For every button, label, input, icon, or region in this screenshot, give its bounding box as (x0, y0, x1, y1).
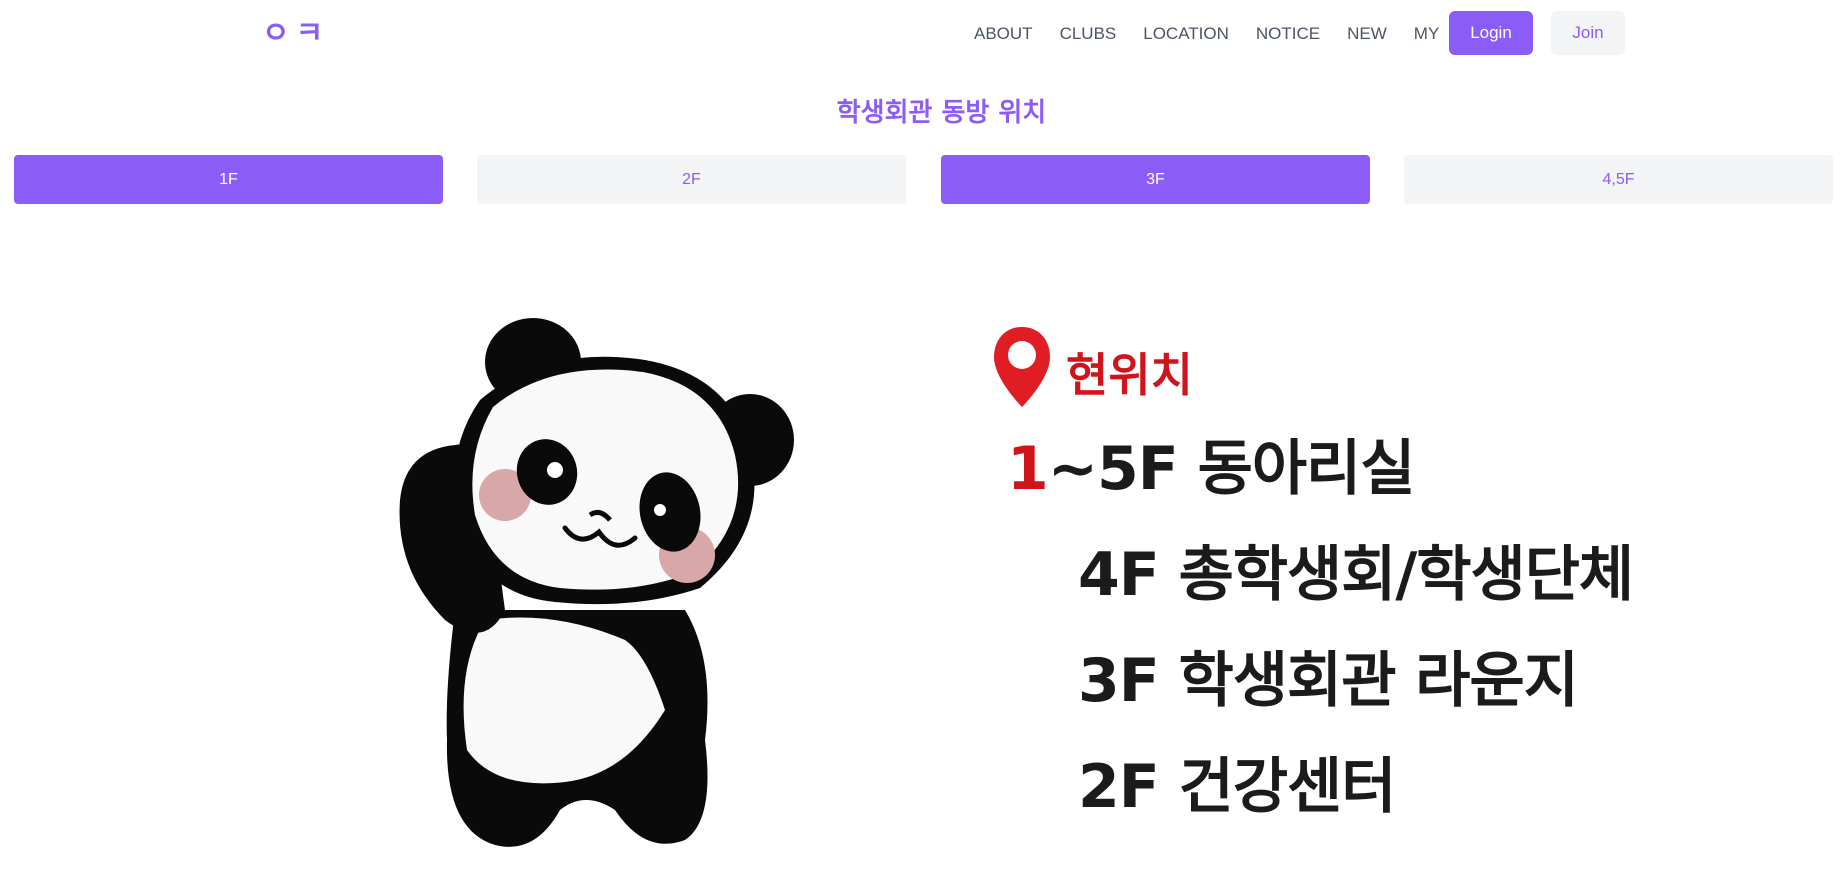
nav-my[interactable]: MY (1414, 22, 1440, 46)
logo[interactable]: ㅇㅋ (262, 14, 329, 54)
panda-illustration (399, 318, 794, 847)
nav-new[interactable]: NEW (1347, 22, 1387, 46)
floor-line-3f: 3F 학생회관 라운지 (1078, 646, 1579, 716)
join-button[interactable]: Join (1551, 11, 1625, 55)
tab-3f[interactable]: 3F (941, 155, 1370, 204)
nav-notice[interactable]: NOTICE (1256, 22, 1320, 46)
top-nav: ABOUT CLUBS LOCATION NOTICE NEW MY (974, 22, 1466, 46)
login-button[interactable]: Login (1449, 11, 1533, 55)
nav-clubs[interactable]: CLUBS (1060, 22, 1117, 46)
tab-1f[interactable]: 1F (14, 155, 443, 204)
nav-location[interactable]: LOCATION (1143, 22, 1229, 46)
floor-line-4f: 4F 총학생회/학생단체 (1078, 540, 1634, 610)
tab-4-5f[interactable]: 4,5F (1404, 155, 1833, 204)
floor-line-1-accent: 1 (1007, 434, 1049, 504)
current-location: 현위치 (990, 323, 1193, 411)
floor-line-1-text: ~5F 동아리실 (1047, 434, 1416, 504)
floor-line-1: 1~5F 동아리실 (1007, 420, 1416, 507)
nav-about[interactable]: ABOUT (974, 22, 1033, 46)
page-title: 학생회관 동방 위치 (836, 98, 1047, 128)
tab-2f[interactable]: 2F (477, 155, 906, 204)
floor-line-2f: 2F 건강센터 (1078, 752, 1396, 822)
map-pin-icon (994, 327, 1050, 407)
location-title: 현위치 (1066, 348, 1193, 402)
